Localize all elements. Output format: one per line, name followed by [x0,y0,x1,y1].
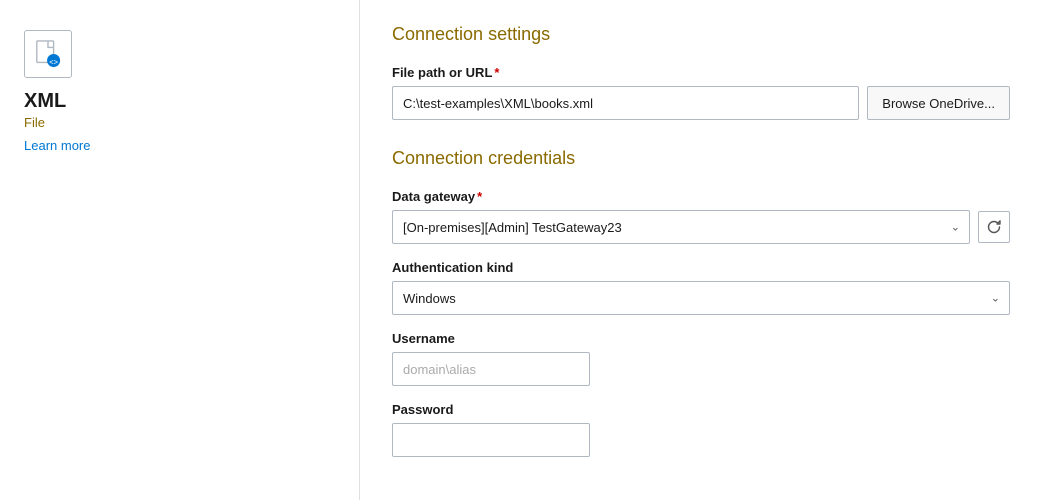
data-gateway-label: Data gateway* [392,189,1010,204]
data-gateway-required-marker: * [477,189,482,204]
file-path-label: File path or URL* [392,65,1010,80]
password-field: Password [392,402,1010,457]
required-marker: * [494,65,499,80]
refresh-icon [986,219,1002,235]
auth-kind-label: Authentication kind [392,260,1010,275]
sidebar-title: XML [24,90,66,113]
file-path-input-row: Browse OneDrive... [392,86,1010,120]
data-gateway-row: [On-premises][Admin] TestGateway23 (None… [392,210,1010,244]
auth-kind-select-wrapper: Windows Basic Anonymous ⌄ [392,281,1010,315]
file-path-input[interactable] [392,86,859,120]
xml-file-icon: <> [24,30,72,78]
connection-credentials-title: Connection credentials [392,148,1010,169]
username-input[interactable] [392,352,590,386]
password-label: Password [392,402,1010,417]
username-field: Username [392,331,1010,386]
data-gateway-field: Data gateway* [On-premises][Admin] TestG… [392,189,1010,244]
main-content: Connection settings File path or URL* Br… [360,0,1042,500]
data-gateway-select[interactable]: [On-premises][Admin] TestGateway23 (None… [392,210,970,244]
sidebar-subtitle: File [24,115,45,130]
password-input[interactable] [392,423,590,457]
data-gateway-select-wrapper: [On-premises][Admin] TestGateway23 (None… [392,210,970,244]
browse-onedrive-button[interactable]: Browse OneDrive... [867,86,1010,120]
auth-kind-field: Authentication kind Windows Basic Anonym… [392,260,1010,315]
learn-more-link[interactable]: Learn more [24,138,90,153]
credentials-section: Connection credentials Data gateway* [On… [392,148,1010,457]
sidebar: <> XML File Learn more [0,0,360,500]
auth-kind-select[interactable]: Windows Basic Anonymous [392,281,1010,315]
svg-text:<>: <> [49,57,58,66]
connection-settings-title: Connection settings [392,24,1010,45]
username-label: Username [392,331,1010,346]
file-path-field: File path or URL* Browse OneDrive... [392,65,1010,120]
refresh-gateway-button[interactable] [978,211,1010,243]
